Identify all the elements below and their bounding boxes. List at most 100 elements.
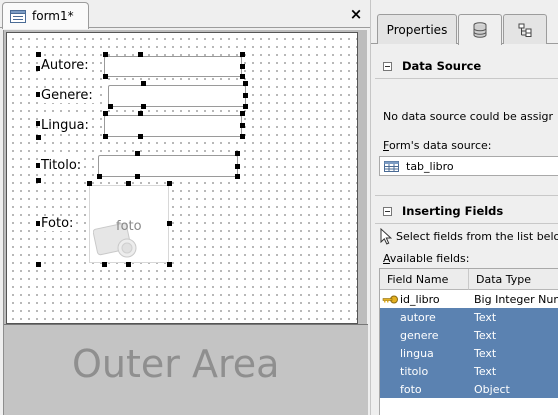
selection-handle[interactable] bbox=[36, 178, 41, 183]
table-row[interactable]: id_libro Big Integer Num bbox=[380, 290, 558, 308]
primary-key-icon bbox=[382, 295, 398, 304]
data-type-cell: Big Integer Num bbox=[474, 292, 558, 306]
text-field-titolo[interactable] bbox=[98, 155, 238, 177]
selection-handle[interactable] bbox=[167, 221, 172, 226]
selection-handle[interactable] bbox=[141, 81, 146, 86]
form-data-source-value: tab_libro bbox=[406, 159, 454, 173]
form-data-source-combo[interactable]: tab_libro bbox=[379, 156, 558, 176]
field-label-autore[interactable]: Autore: bbox=[40, 58, 90, 73]
table-row[interactable]: lingua Text bbox=[380, 344, 558, 362]
image-placeholder-label: foto bbox=[116, 219, 142, 234]
insert-fields-hint: Select fields from the list belo bbox=[396, 230, 558, 243]
selection-handle[interactable] bbox=[240, 52, 245, 57]
data-type-cell: Object bbox=[474, 382, 510, 396]
selection-handle[interactable] bbox=[102, 262, 107, 267]
selection-handle[interactable] bbox=[240, 64, 245, 69]
selection-handle[interactable] bbox=[103, 52, 108, 57]
selection-handle[interactable] bbox=[167, 262, 172, 267]
selection-handle[interactable] bbox=[243, 81, 248, 86]
table-row[interactable]: genere Text bbox=[380, 326, 558, 344]
no-data-source-message: No data source could be assigr bbox=[383, 110, 554, 123]
available-fields-table: Field Name Data Type id_libro Big Intege… bbox=[379, 268, 558, 415]
form-data-source-label: Form's data source: bbox=[383, 139, 492, 152]
selection-handle[interactable] bbox=[135, 151, 140, 156]
selection-handle[interactable] bbox=[240, 111, 245, 116]
field-name-cell: id_libro bbox=[400, 292, 440, 306]
mouse-pointer-icon bbox=[380, 228, 392, 245]
available-fields-label: Available fields: bbox=[383, 252, 470, 265]
column-header-data-type[interactable]: Data Type bbox=[469, 269, 558, 290]
selection-handle[interactable] bbox=[235, 151, 240, 156]
section-title-data-source: Data Source bbox=[402, 59, 482, 73]
database-icon bbox=[473, 22, 487, 38]
table-row[interactable]: titolo Text bbox=[380, 362, 558, 380]
tab-data-source[interactable] bbox=[458, 14, 502, 45]
collapse-icon[interactable] bbox=[383, 61, 392, 71]
tab-widget-tree[interactable] bbox=[503, 14, 547, 44]
selection-handle[interactable] bbox=[138, 111, 143, 116]
document-tab-label: form1* bbox=[32, 9, 74, 23]
selection-handle[interactable] bbox=[36, 135, 41, 140]
tab-properties-label: Properties bbox=[386, 22, 448, 37]
section-title-inserting-fields: Inserting Fields bbox=[402, 204, 504, 218]
selection-handle[interactable] bbox=[103, 111, 108, 116]
text-field-genere[interactable] bbox=[108, 85, 246, 107]
selection-handle[interactable] bbox=[103, 74, 108, 79]
divider bbox=[375, 223, 558, 224]
selection-handle[interactable] bbox=[36, 52, 41, 57]
selection-handle[interactable] bbox=[243, 104, 248, 109]
divider bbox=[375, 78, 558, 79]
close-document-icon[interactable]: × bbox=[349, 6, 363, 22]
field-label-titolo[interactable]: Titolo: bbox=[40, 158, 83, 173]
field-name-cell: foto bbox=[400, 382, 422, 396]
selection-handle[interactable] bbox=[36, 262, 41, 267]
text-field-lingua[interactable] bbox=[104, 115, 242, 137]
selection-handle[interactable] bbox=[141, 104, 146, 109]
selection-handle[interactable] bbox=[103, 134, 108, 139]
column-header-label: Field Name bbox=[387, 272, 449, 286]
section-header-inserting-fields[interactable]: Inserting Fields bbox=[371, 200, 558, 222]
table-row[interactable]: foto Object bbox=[380, 380, 558, 398]
kexi-form-designer-window: form1* × Autore: Genere: Lingua: Titolo:… bbox=[0, 0, 558, 415]
field-label-genere[interactable]: Genere: bbox=[40, 88, 94, 103]
field-label-lingua[interactable]: Lingua: bbox=[40, 118, 90, 133]
selection-handle[interactable] bbox=[243, 93, 248, 98]
document-tabbar: form1* × bbox=[0, 0, 370, 29]
table-row[interactable]: autore Text bbox=[380, 308, 558, 326]
document-tab-form1[interactable]: form1* bbox=[2, 2, 89, 29]
selection-handle[interactable] bbox=[138, 52, 143, 57]
collapse-icon[interactable] bbox=[383, 206, 392, 216]
image-box-foto[interactable]: foto bbox=[89, 185, 169, 263]
tab-properties[interactable]: Properties bbox=[377, 14, 457, 44]
property-pane-tabs: Properties bbox=[371, 0, 558, 45]
selection-handle[interactable] bbox=[235, 174, 240, 179]
data-type-cell: Text bbox=[474, 328, 497, 342]
form-table-icon bbox=[10, 9, 26, 23]
column-header-label: Data Type bbox=[476, 272, 532, 286]
column-header-field-name[interactable]: Field Name bbox=[380, 269, 469, 290]
data-type-cell: Text bbox=[474, 346, 497, 360]
selection-handle[interactable] bbox=[240, 134, 245, 139]
selection-handle[interactable] bbox=[126, 262, 131, 267]
selection-handle[interactable] bbox=[87, 181, 92, 186]
section-header-data-source[interactable]: Data Source bbox=[371, 55, 558, 77]
selection-handle[interactable] bbox=[240, 74, 245, 79]
form-canvas: Autore: Genere: Lingua: Titolo: Foto: fo… bbox=[3, 30, 368, 415]
selection-handle[interactable] bbox=[138, 134, 143, 139]
selection-handle[interactable] bbox=[235, 164, 240, 169]
field-label-foto[interactable]: Foto: bbox=[40, 216, 75, 231]
field-name-cell: lingua bbox=[400, 346, 434, 360]
property-pane: Properties Data Source No data source co… bbox=[370, 0, 558, 415]
form-surface[interactable]: Autore: Genere: Lingua: Titolo: Foto: fo… bbox=[6, 32, 358, 324]
selection-handle[interactable] bbox=[108, 104, 113, 109]
selection-handle[interactable] bbox=[240, 123, 245, 128]
data-type-cell: Text bbox=[474, 310, 497, 324]
text-field-autore[interactable] bbox=[104, 56, 242, 77]
selection-handle[interactable] bbox=[126, 181, 131, 186]
field-name-cell: genere bbox=[400, 328, 439, 342]
outer-area-label: Outer Area bbox=[72, 342, 280, 386]
field-name-cell: titolo bbox=[400, 364, 429, 378]
selection-handle[interactable] bbox=[167, 181, 172, 186]
selection-handle[interactable] bbox=[97, 174, 102, 179]
selection-handle[interactable] bbox=[135, 174, 140, 179]
